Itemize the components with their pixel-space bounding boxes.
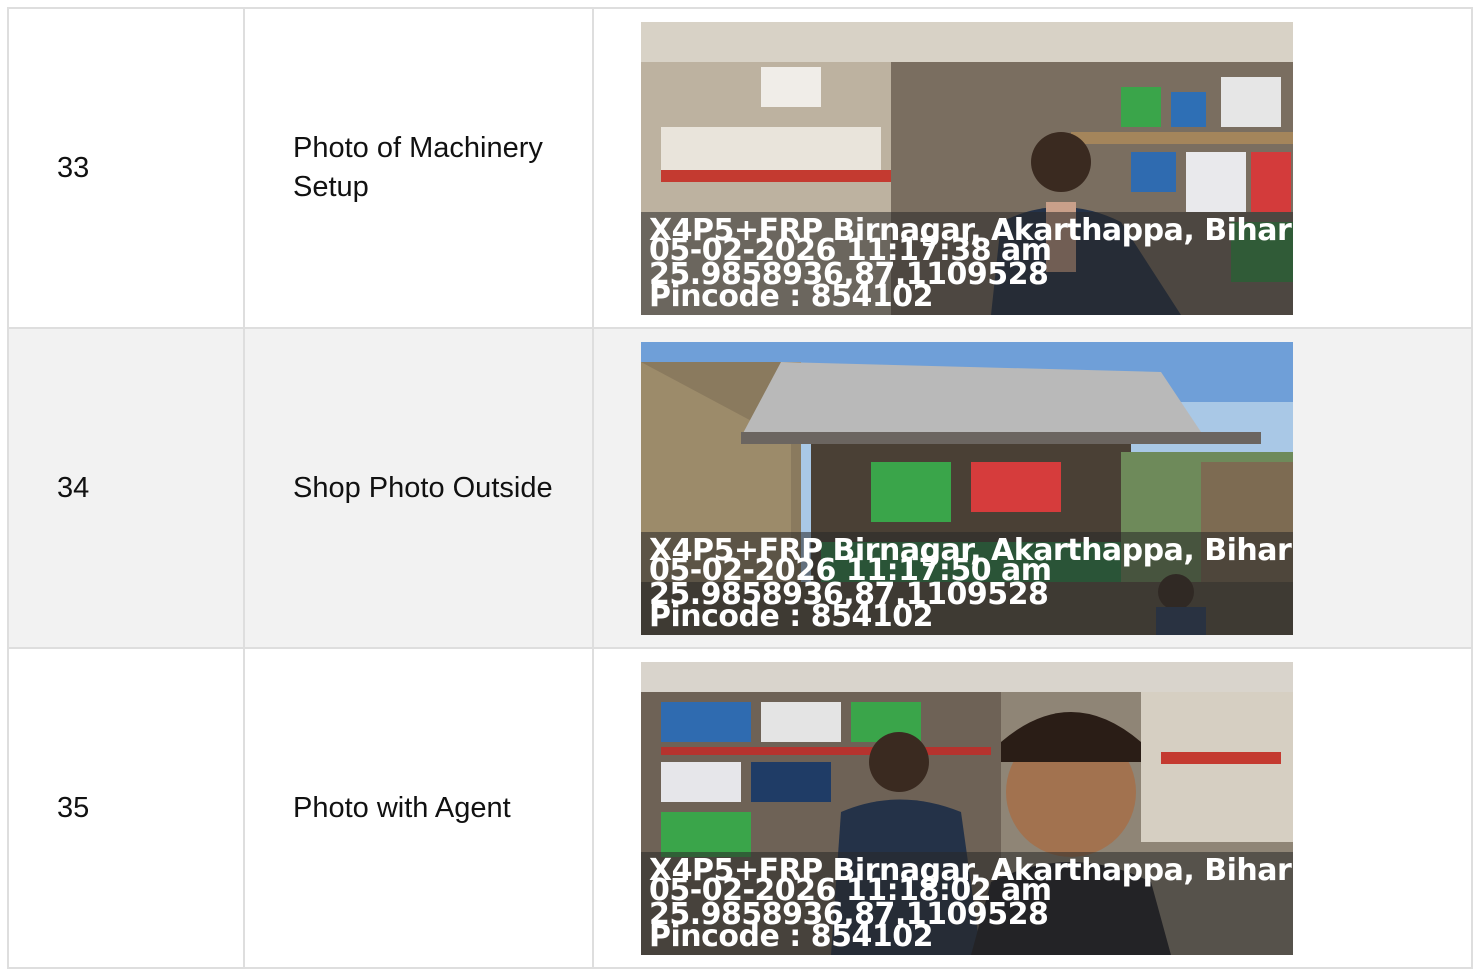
geo-stamp-overlay: X4P5+FRP Birnagar, Akarthappa, Bihar 854…: [641, 851, 1293, 955]
geo-stamp-overlay: X4P5+FRP Birnagar, Akarthappa, Bihar 854…: [641, 531, 1293, 635]
geo-stamp-overlay: X4P5+FRP Birnagar, Akarthappa, Bihar 854…: [641, 211, 1293, 315]
photo-cell: X4P5+FRP Birnagar, Akarthappa, Bihar 854…: [592, 327, 1473, 649]
row-number: 34: [7, 327, 245, 649]
agent-photo[interactable]: X4P5+FRP Birnagar, Akarthappa, Bihar 854…: [641, 661, 1293, 955]
row-label: Photo with Agent: [243, 647, 594, 969]
row-number: 35: [7, 647, 245, 969]
stamp-pincode: Pincode : 854102: [649, 598, 933, 634]
stamp-pincode: Pincode : 854102: [649, 278, 933, 314]
photo-cell: X4P5+FRP Birnagar, Akarthappa, Bihar 854…: [592, 647, 1473, 969]
machinery-setup-photo[interactable]: X4P5+FRP Birnagar, Akarthappa, Bihar 854…: [641, 21, 1293, 315]
row-number: 33: [7, 7, 245, 329]
table-row: 34 Shop Photo Outside X4P5+FRP Birnagar,…: [7, 327, 1473, 649]
row-label: Shop Photo Outside: [243, 327, 594, 649]
row-label: Photo of Machinery Setup: [243, 7, 594, 329]
shop-outside-photo[interactable]: X4P5+FRP Birnagar, Akarthappa, Bihar 854…: [641, 341, 1293, 635]
stamp-pincode: Pincode : 854102: [649, 918, 933, 954]
photo-table: 33 Photo of Machinery Setup X4P5+FRP Bir…: [7, 7, 1473, 969]
photo-cell: X4P5+FRP Birnagar, Akarthappa, Bihar 854…: [592, 7, 1473, 329]
table-row: 33 Photo of Machinery Setup X4P5+FRP Bir…: [7, 7, 1473, 329]
table-row: 35 Photo with Agent X4P5+FRP Birnagar, A…: [7, 647, 1473, 969]
